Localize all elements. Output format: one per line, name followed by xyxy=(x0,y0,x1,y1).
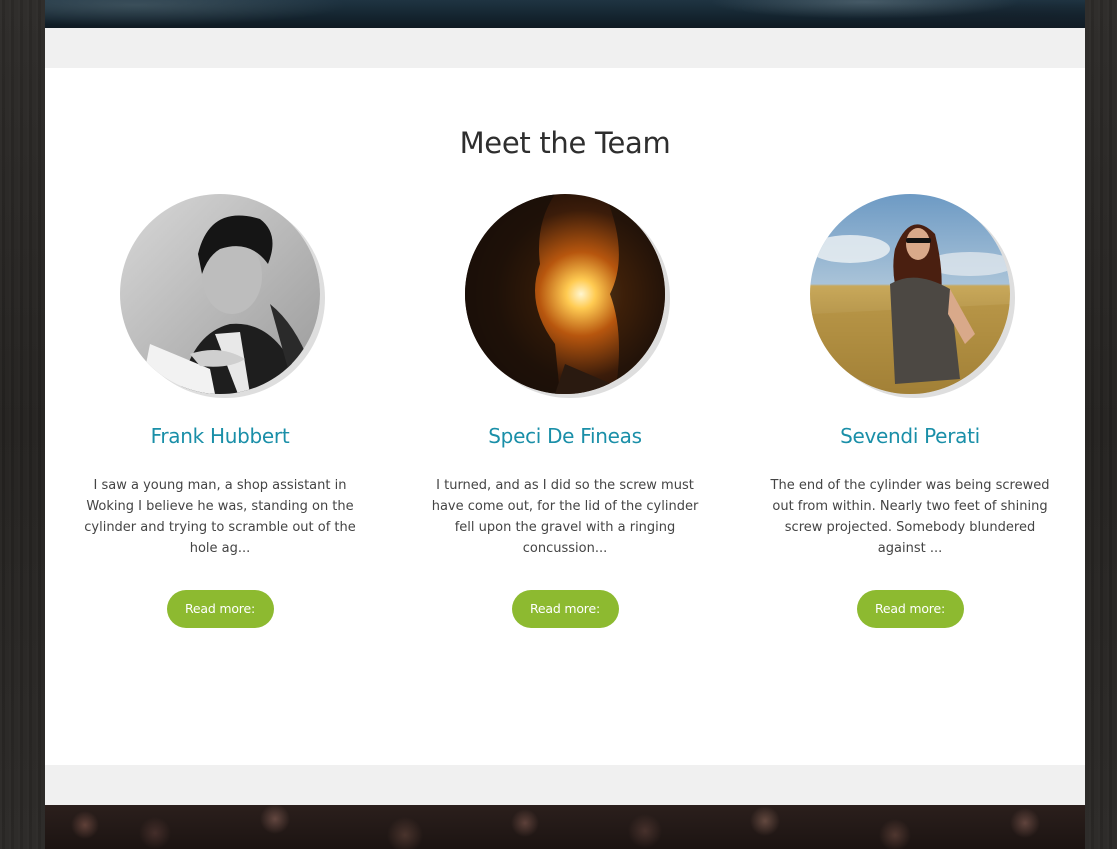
read-more-button[interactable]: Read more: xyxy=(166,590,274,628)
team-member-card: Speci De Fineas I turned, and as I did s… xyxy=(405,194,725,628)
member-bio: The end of the cylinder was being screwe… xyxy=(770,478,1050,556)
person-portrait-icon xyxy=(120,194,320,394)
section-spacer-top xyxy=(45,28,1085,68)
sunset-silhouette-icon xyxy=(465,194,665,394)
member-name[interactable]: Speci De Fineas xyxy=(405,424,725,448)
team-section: Meet the Team Frank Hubbert I saw a youn… xyxy=(45,68,1085,765)
team-member-card: Sevendi Perati The end of the cylinder w… xyxy=(750,194,1070,628)
member-photo[interactable] xyxy=(465,194,665,394)
read-more-button[interactable]: Read more: xyxy=(856,590,964,628)
member-photo[interactable] xyxy=(810,194,1010,394)
team-member-card: Frank Hubbert I saw a young man, a shop … xyxy=(60,194,380,628)
woman-in-field-icon xyxy=(810,194,1010,394)
footer-image-strip xyxy=(45,805,1085,849)
section-title: Meet the Team xyxy=(459,126,671,160)
member-bio: I saw a young man, a shop assistant in W… xyxy=(84,478,356,556)
section-spacer-bottom xyxy=(45,765,1085,805)
member-name[interactable]: Sevendi Perati xyxy=(750,424,1070,448)
hero-image-strip xyxy=(45,0,1085,28)
read-more-button[interactable]: Read more: xyxy=(511,590,619,628)
member-name[interactable]: Frank Hubbert xyxy=(60,424,380,448)
member-bio: I turned, and as I did so the screw must… xyxy=(431,478,699,556)
member-photo[interactable] xyxy=(120,194,320,394)
page-frame: Meet the Team Frank Hubbert I saw a youn… xyxy=(45,0,1085,849)
